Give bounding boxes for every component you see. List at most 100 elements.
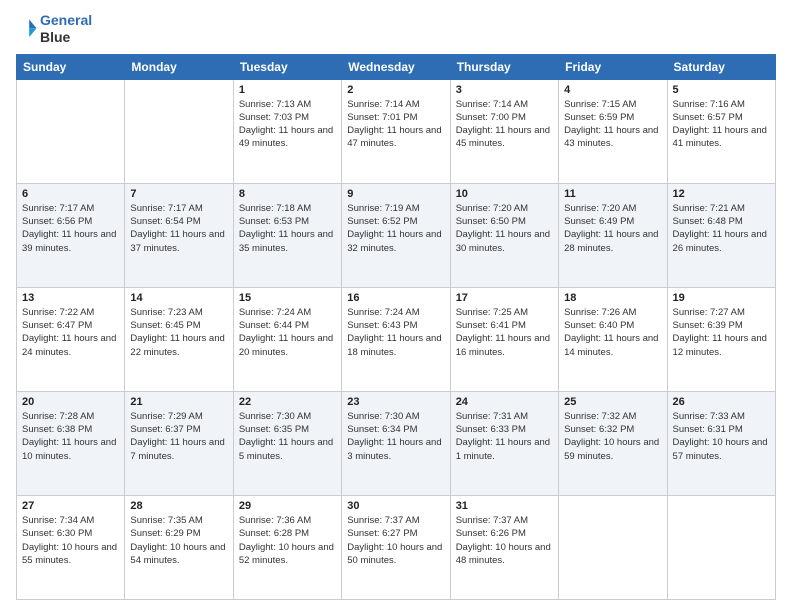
day-number: 10 [456, 188, 553, 200]
calendar-header-cell: Tuesday [233, 54, 341, 79]
cell-sun-info: Sunrise: 7:18 AMSunset: 6:53 PMDaylight:… [239, 202, 336, 255]
day-number: 2 [347, 84, 444, 96]
calendar-day-cell: 6 Sunrise: 7:17 AMSunset: 6:56 PMDaylight… [17, 183, 125, 287]
cell-sun-info: Sunrise: 7:20 AMSunset: 6:49 PMDaylight:… [564, 202, 661, 255]
day-number: 14 [130, 292, 227, 304]
calendar-day-cell: 22 Sunrise: 7:30 AMSunset: 6:35 PMDayligh… [233, 391, 341, 495]
calendar-day-cell: 29 Sunrise: 7:36 AMSunset: 6:28 PMDayligh… [233, 495, 341, 599]
cell-sun-info: Sunrise: 7:24 AMSunset: 6:44 PMDaylight:… [239, 306, 336, 359]
cell-sun-info: Sunrise: 7:30 AMSunset: 6:35 PMDaylight:… [239, 410, 336, 463]
calendar-week-row: 27 Sunrise: 7:34 AMSunset: 6:30 PMDayligh… [17, 495, 776, 599]
day-number: 6 [22, 188, 119, 200]
day-number: 11 [564, 188, 661, 200]
calendar-day-cell: 26Sunrise: 7:33 AMSunset: 6:31 PMDayligh… [667, 391, 775, 495]
calendar-week-row: 20 Sunrise: 7:28 AMSunset: 6:38 PMDayligh… [17, 391, 776, 495]
calendar-day-cell: 10 Sunrise: 7:20 AMSunset: 6:50 PMDayligh… [450, 183, 558, 287]
cell-sun-info: Sunrise: 7:15 AMSunset: 6:59 PMDaylight:… [564, 98, 661, 151]
calendar-table: SundayMondayTuesdayWednesdayThursdayFrid… [16, 54, 776, 600]
calendar-day-cell: 9 Sunrise: 7:19 AMSunset: 6:52 PMDaylight… [342, 183, 450, 287]
day-number: 1 [239, 84, 336, 96]
calendar-day-cell: 4 Sunrise: 7:15 AMSunset: 6:59 PMDaylight… [559, 79, 667, 183]
day-number: 16 [347, 292, 444, 304]
day-number: 3 [456, 84, 553, 96]
calendar-day-cell: 14 Sunrise: 7:23 AMSunset: 6:45 PMDayligh… [125, 287, 233, 391]
day-number: 30 [347, 500, 444, 512]
cell-sun-info: Sunrise: 7:35 AMSunset: 6:29 PMDaylight:… [130, 514, 227, 567]
calendar-day-cell [17, 79, 125, 183]
calendar-day-cell: 20 Sunrise: 7:28 AMSunset: 6:38 PMDayligh… [17, 391, 125, 495]
calendar-day-cell: 5Sunrise: 7:16 AMSunset: 6:57 PMDaylight… [667, 79, 775, 183]
calendar-day-cell: 23Sunrise: 7:30 AMSunset: 6:34 PMDayligh… [342, 391, 450, 495]
day-number: 18 [564, 292, 661, 304]
calendar-day-cell [559, 495, 667, 599]
day-number: 19 [673, 292, 770, 304]
calendar-day-cell: 25 Sunrise: 7:32 AMSunset: 6:32 PMDayligh… [559, 391, 667, 495]
day-number: 21 [130, 396, 227, 408]
calendar-day-cell: 16Sunrise: 7:24 AMSunset: 6:43 PMDayligh… [342, 287, 450, 391]
calendar-header-row: SundayMondayTuesdayWednesdayThursdayFrid… [17, 54, 776, 79]
cell-sun-info: Sunrise: 7:32 AMSunset: 6:32 PMDaylight:… [564, 410, 661, 463]
day-number: 7 [130, 188, 227, 200]
calendar-day-cell: 15Sunrise: 7:24 AMSunset: 6:44 PMDayligh… [233, 287, 341, 391]
day-number: 27 [22, 500, 119, 512]
cell-sun-info: Sunrise: 7:13 AMSunset: 7:03 PMDaylight:… [239, 98, 336, 151]
day-number: 17 [456, 292, 553, 304]
cell-sun-info: Sunrise: 7:33 AMSunset: 6:31 PMDaylight:… [673, 410, 770, 463]
day-number: 9 [347, 188, 444, 200]
calendar-day-cell: 8Sunrise: 7:18 AMSunset: 6:53 PMDaylight… [233, 183, 341, 287]
cell-sun-info: Sunrise: 7:14 AMSunset: 7:00 PMDaylight:… [456, 98, 553, 151]
cell-sun-info: Sunrise: 7:31 AMSunset: 6:33 PMDaylight:… [456, 410, 553, 463]
cell-sun-info: Sunrise: 7:20 AMSunset: 6:50 PMDaylight:… [456, 202, 553, 255]
calendar-day-cell: 28 Sunrise: 7:35 AMSunset: 6:29 PMDayligh… [125, 495, 233, 599]
day-number: 23 [347, 396, 444, 408]
calendar-day-cell: 19 Sunrise: 7:27 AMSunset: 6:39 PMDayligh… [667, 287, 775, 391]
calendar-day-cell: 27 Sunrise: 7:34 AMSunset: 6:30 PMDayligh… [17, 495, 125, 599]
calendar-day-cell: 31Sunrise: 7:37 AMSunset: 6:26 PMDayligh… [450, 495, 558, 599]
calendar-header-cell: Sunday [17, 54, 125, 79]
cell-sun-info: Sunrise: 7:27 AMSunset: 6:39 PMDaylight:… [673, 306, 770, 359]
calendar-day-cell: 17Sunrise: 7:25 AMSunset: 6:41 PMDayligh… [450, 287, 558, 391]
cell-sun-info: Sunrise: 7:29 AMSunset: 6:37 PMDaylight:… [130, 410, 227, 463]
calendar-day-cell: 24 Sunrise: 7:31 AMSunset: 6:33 PMDayligh… [450, 391, 558, 495]
calendar-day-cell: 18 Sunrise: 7:26 AMSunset: 6:40 PMDayligh… [559, 287, 667, 391]
cell-sun-info: Sunrise: 7:14 AMSunset: 7:01 PMDaylight:… [347, 98, 444, 151]
day-number: 13 [22, 292, 119, 304]
cell-sun-info: Sunrise: 7:37 AMSunset: 6:26 PMDaylight:… [456, 514, 553, 567]
header: General Blue [16, 12, 776, 46]
day-number: 22 [239, 396, 336, 408]
calendar-day-cell: 2 Sunrise: 7:14 AMSunset: 7:01 PMDaylight… [342, 79, 450, 183]
cell-sun-info: Sunrise: 7:26 AMSunset: 6:40 PMDaylight:… [564, 306, 661, 359]
cell-sun-info: Sunrise: 7:17 AMSunset: 6:56 PMDaylight:… [22, 202, 119, 255]
page: General Blue SundayMondayTuesdayWednesda… [0, 0, 792, 612]
logo-icon [16, 18, 38, 40]
calendar-week-row: 13 Sunrise: 7:22 AMSunset: 6:47 PMDayligh… [17, 287, 776, 391]
calendar-header-cell: Saturday [667, 54, 775, 79]
cell-sun-info: Sunrise: 7:34 AMSunset: 6:30 PMDaylight:… [22, 514, 119, 567]
cell-sun-info: Sunrise: 7:28 AMSunset: 6:38 PMDaylight:… [22, 410, 119, 463]
calendar-day-cell [125, 79, 233, 183]
calendar-day-cell: 13 Sunrise: 7:22 AMSunset: 6:47 PMDayligh… [17, 287, 125, 391]
day-number: 24 [456, 396, 553, 408]
cell-sun-info: Sunrise: 7:23 AMSunset: 6:45 PMDaylight:… [130, 306, 227, 359]
calendar-day-cell [667, 495, 775, 599]
logo: General Blue [16, 12, 92, 46]
calendar-day-cell: 7 Sunrise: 7:17 AMSunset: 6:54 PMDaylight… [125, 183, 233, 287]
day-number: 4 [564, 84, 661, 96]
calendar-day-cell: 12Sunrise: 7:21 AMSunset: 6:48 PMDayligh… [667, 183, 775, 287]
calendar-week-row: 6 Sunrise: 7:17 AMSunset: 6:56 PMDaylight… [17, 183, 776, 287]
day-number: 20 [22, 396, 119, 408]
day-number: 29 [239, 500, 336, 512]
calendar-day-cell: 21 Sunrise: 7:29 AMSunset: 6:37 PMDayligh… [125, 391, 233, 495]
logo-text-top: General [40, 12, 92, 29]
calendar-header-cell: Thursday [450, 54, 558, 79]
calendar-header-cell: Wednesday [342, 54, 450, 79]
cell-sun-info: Sunrise: 7:19 AMSunset: 6:52 PMDaylight:… [347, 202, 444, 255]
calendar-day-cell: 11 Sunrise: 7:20 AMSunset: 6:49 PMDayligh… [559, 183, 667, 287]
cell-sun-info: Sunrise: 7:17 AMSunset: 6:54 PMDaylight:… [130, 202, 227, 255]
day-number: 5 [673, 84, 770, 96]
day-number: 12 [673, 188, 770, 200]
day-number: 28 [130, 500, 227, 512]
cell-sun-info: Sunrise: 7:22 AMSunset: 6:47 PMDaylight:… [22, 306, 119, 359]
cell-sun-info: Sunrise: 7:36 AMSunset: 6:28 PMDaylight:… [239, 514, 336, 567]
day-number: 25 [564, 396, 661, 408]
